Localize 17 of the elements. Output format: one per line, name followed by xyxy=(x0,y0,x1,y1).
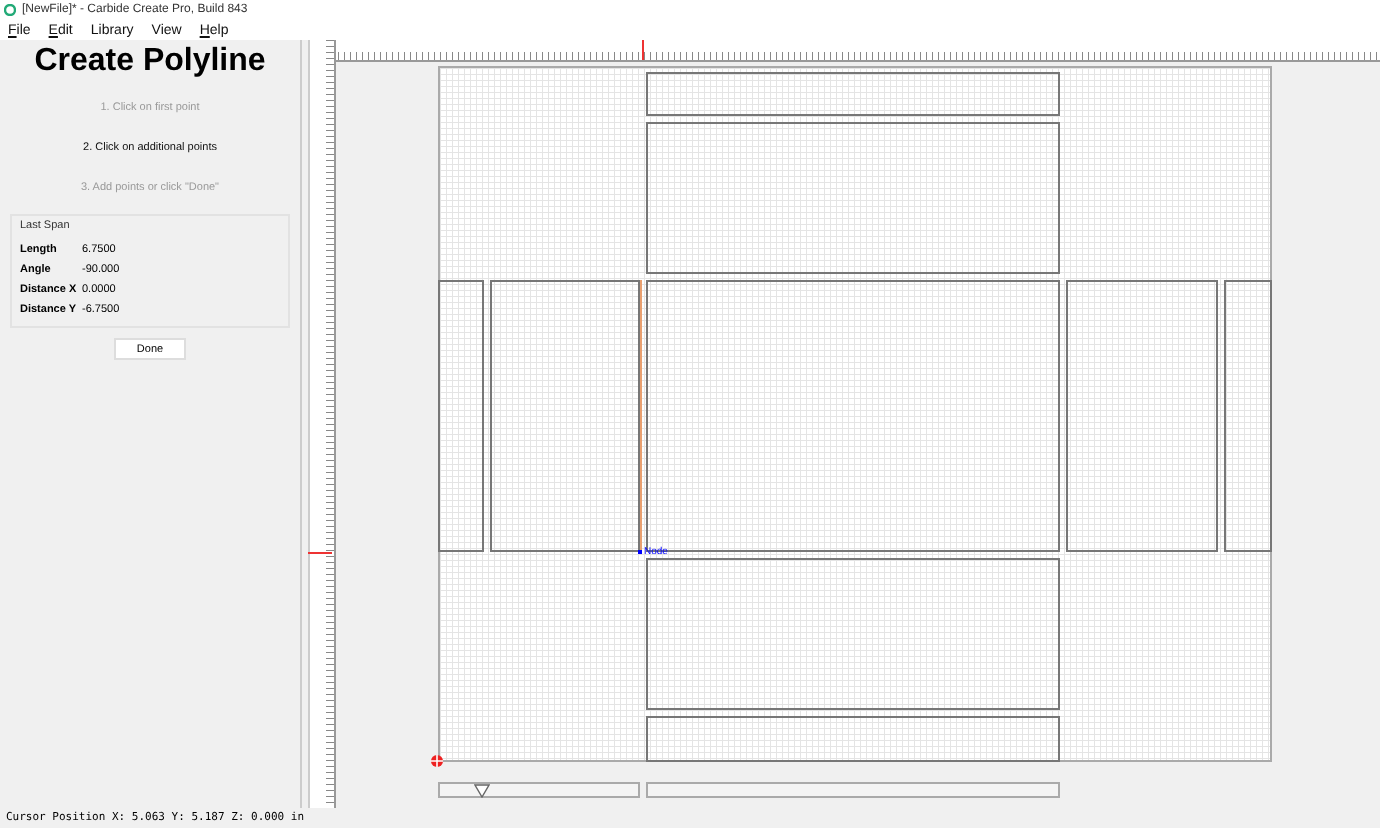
rectangle-shape[interactable] xyxy=(646,716,1060,762)
arrow-handle-icon[interactable] xyxy=(474,784,490,798)
rectangle-shape[interactable] xyxy=(646,558,1060,710)
slider-track[interactable] xyxy=(438,782,640,798)
cursor-marker xyxy=(308,552,332,554)
rectangle-shape[interactable] xyxy=(1066,280,1218,552)
panel-title: Create Polyline xyxy=(34,44,266,80)
rectangle-shape[interactable] xyxy=(490,280,640,552)
origin-icon xyxy=(430,754,444,768)
rectangle-shape[interactable] xyxy=(1224,280,1272,552)
rectangle-shape[interactable] xyxy=(438,280,484,552)
rectangle-shape[interactable] xyxy=(646,122,1060,274)
rectangle-shape[interactable] xyxy=(646,280,1060,552)
slider-track[interactable] xyxy=(646,782,1060,798)
cursor-marker xyxy=(642,40,644,60)
rectangle-shape[interactable] xyxy=(646,72,1060,116)
app-logo-icon xyxy=(4,4,16,16)
